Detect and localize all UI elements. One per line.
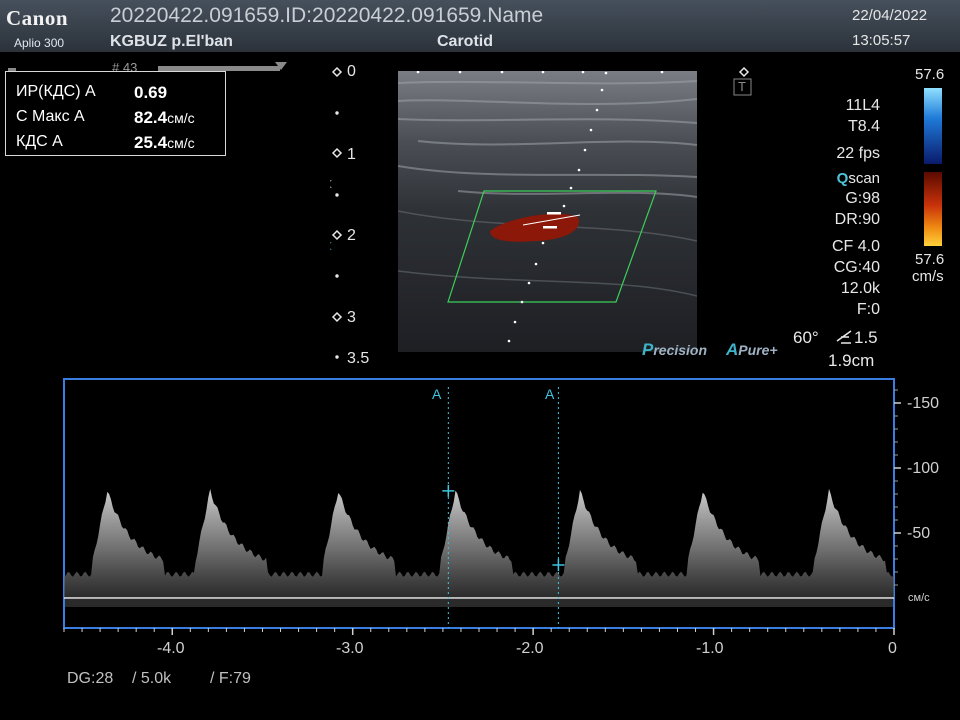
depth-label-1: 1: [347, 146, 356, 163]
colorbar-bottom-value: 57.6: [915, 251, 945, 268]
colorbar-positive: [924, 88, 942, 164]
focus-marker-icon: [330, 180, 332, 188]
brand-logo: Canon: [6, 6, 69, 30]
x-tick-1: -1.0: [696, 640, 724, 657]
depth-marker-icon: [331, 311, 343, 323]
study-id: 20220422.091659.ID:20220422.091659.Name: [110, 4, 544, 27]
x-tick-4: -4.0: [157, 640, 185, 657]
angle-correction-icon: [836, 330, 852, 344]
parameter-panel: 11L4 T8.4 22 fps Qscan G:98 DR:90 CF 4.0…: [832, 95, 880, 320]
x-tick-3: -3.0: [336, 640, 364, 657]
measurement-value-ri: 0.69: [134, 83, 168, 102]
depth-marker-icon: [331, 229, 343, 241]
institution-label: KGBUZ p.El'ban: [110, 33, 233, 50]
gain-label: G:98: [845, 190, 880, 207]
doppler-prf-label: / 5.0k: [132, 670, 172, 687]
dr-label: DR:90: [834, 211, 880, 228]
tis-label: T8.4: [847, 118, 880, 135]
color-focus-marker-icon: [330, 242, 332, 250]
colorbar-unit: cm/s: [912, 268, 944, 285]
depth-label-0: 0: [347, 63, 356, 80]
depth-label-2: 2: [347, 227, 356, 244]
cursor-a-label-1: A: [432, 386, 442, 402]
orientation-marker-icon: [738, 66, 750, 78]
measurement-panel: ИР(КДС) А 0.69 С Макс А 82.4см/с КДС А 2…: [5, 71, 226, 156]
precision-p: P: [642, 340, 654, 359]
date-label: 22/04/2022: [852, 7, 928, 24]
y-tick-150: -150: [907, 395, 940, 412]
y-tick-100: -100: [907, 460, 940, 477]
measurement-label-ri: ИР(КДС) А: [16, 83, 96, 100]
time-label: 13:05:57: [852, 32, 911, 49]
depth-marker-icon: [331, 147, 343, 159]
orientation-marker: T: [732, 66, 756, 103]
spectral-waveform: [64, 488, 894, 598]
depth-label-3: 3: [347, 309, 356, 326]
filter-label: F:0: [856, 301, 880, 318]
measurement-label-edv: КДС А: [16, 133, 63, 150]
doppler-filter-label: / F:79: [210, 670, 251, 687]
spectral-doppler-svg: [63, 378, 901, 635]
y-unit: см/с: [908, 592, 930, 604]
angle-corr-value: 1.5: [854, 328, 878, 347]
cursor-a-label-2: A: [545, 386, 555, 402]
model-label: Aplio 300: [14, 36, 65, 50]
qscan-label: Qscan: [832, 170, 880, 188]
colorbar-negative: [924, 172, 942, 246]
y-tick-50: -50: [907, 525, 931, 542]
probe-label: 11L4: [845, 97, 880, 114]
spectral-noise: [65, 599, 893, 607]
prf-label: 12.0k: [840, 280, 880, 297]
gate-size-label: 1.9cm: [828, 351, 875, 370]
cf-label: CF 4.0: [831, 238, 880, 255]
frame-slider-icon[interactable]: [275, 62, 287, 70]
doppler-gain-label: DG:28: [67, 670, 114, 687]
spectral-doppler[interactable]: -150 -100 -50 см/с A A -4.0 -3.0 -2.0 -1…: [0, 372, 960, 672]
psv-unit: см/с: [167, 110, 195, 126]
psv-number: 82.4: [134, 108, 168, 127]
apure-a: A: [726, 340, 739, 359]
measurement-value-psv: 82.4см/с: [134, 108, 195, 128]
precision-text: recision: [653, 342, 708, 358]
bmode-image[interactable]: [398, 71, 697, 352]
edv-number: 25.4: [134, 133, 168, 152]
x-tick-2: -2.0: [516, 640, 544, 657]
colorbar-top-value: 57.6: [915, 66, 945, 83]
cg-label: CG:40: [833, 259, 880, 276]
qscan-q: Q: [836, 170, 849, 187]
measurement-label-psv: С Макс А: [16, 108, 85, 125]
precision-logo: Precision: [642, 340, 707, 360]
qscan-rest: scan: [848, 170, 880, 187]
depth-scale: 0 1 2 3 3.5: [330, 62, 380, 372]
depth-label-3-5: 3.5: [347, 350, 370, 367]
angle-label: 60°: [793, 328, 819, 347]
t-marker-label: T: [738, 79, 746, 94]
apure-logo: APure+: [726, 340, 778, 360]
x-tick-0: 0: [888, 640, 897, 657]
depth-marker-icon: [331, 66, 343, 78]
apure-text: Pure+: [738, 342, 778, 358]
exam-label: Carotid: [437, 33, 493, 50]
measurement-value-edv: 25.4см/с: [134, 133, 195, 153]
fps-label: 22 fps: [836, 145, 880, 162]
edv-unit: см/с: [167, 135, 195, 151]
